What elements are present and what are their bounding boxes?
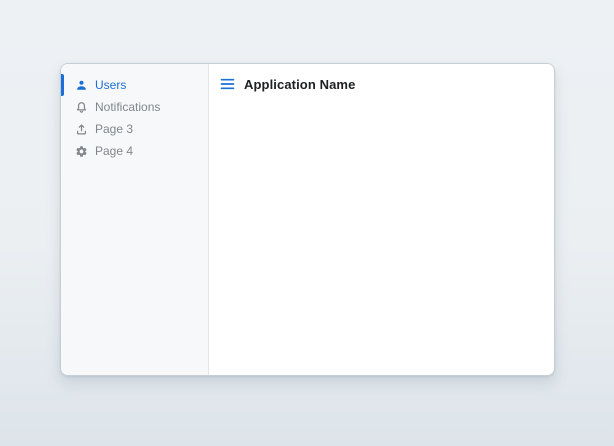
main-content: Application Name [209,64,554,375]
bell-icon [75,101,88,114]
app-window: Users Notifications [60,63,555,376]
user-icon [75,79,88,92]
sidebar: Users Notifications [61,64,209,375]
menu-button[interactable] [219,77,235,91]
gear-icon [75,145,88,158]
sidebar-item-label: Page 3 [95,122,133,136]
hamburger-icon [220,78,235,90]
sidebar-item-page3[interactable]: Page 3 [61,118,208,140]
sidebar-item-label: Users [95,78,126,92]
content-area [209,92,554,375]
main-header: Application Name [209,64,554,92]
sidebar-item-label: Notifications [95,100,160,114]
page-background: Users Notifications [0,0,614,446]
sidebar-item-label: Page 4 [95,144,133,158]
app-title: Application Name [244,77,355,92]
sidebar-item-page4[interactable]: Page 4 [61,140,208,162]
sidebar-item-notifications[interactable]: Notifications [61,96,208,118]
upload-icon [75,123,88,136]
sidebar-item-users[interactable]: Users [61,74,208,96]
